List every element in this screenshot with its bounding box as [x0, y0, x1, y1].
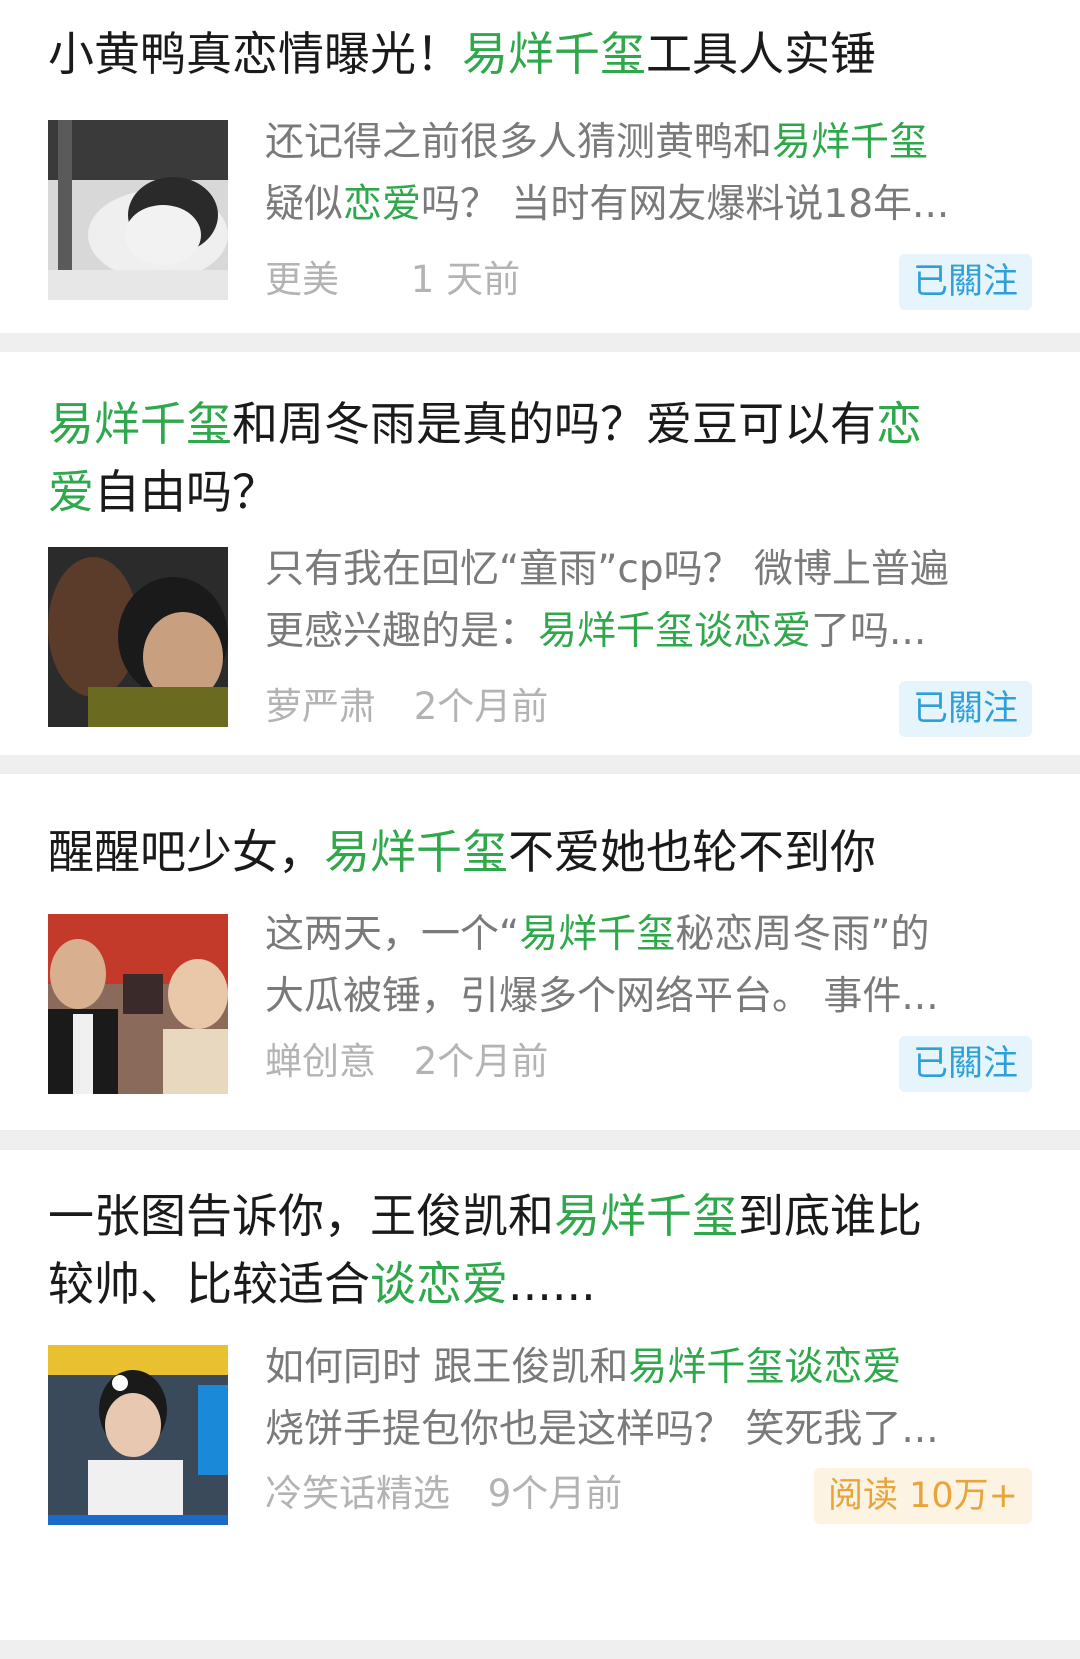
- text-segment: 一张图告诉你，王俊凯和: [48, 1189, 554, 1243]
- article-card[interactable]: 醒醒吧少女，易烊千玺不爱她也轮不到你 这两天，一个“易烊千玺秘恋周冬雨”的 大瓜…: [0, 774, 1080, 1130]
- source-name: 更美: [265, 258, 339, 301]
- text-segment: 工具人实锤: [646, 27, 876, 81]
- keyword-highlight: 易烊千玺谈恋爱: [538, 609, 812, 654]
- source-name: 蝉创意: [265, 1040, 376, 1083]
- text-segment: 这两天，一个“: [265, 912, 520, 957]
- publish-time: 2个月前: [413, 1040, 549, 1083]
- text-segment: 吗？ 当时有网友爆料说18年...: [421, 182, 950, 227]
- keyword-highlight: 易烊千玺谈恋爱: [628, 1345, 902, 1390]
- text-segment: 秘恋周冬雨”的: [675, 912, 930, 957]
- text-segment: 小黄鸭真恋情曝光！: [48, 27, 462, 81]
- article-snippet: 只有我在回忆“童雨”cp吗？ 微博上普遍 更感兴趣的是：易烊千玺谈恋爱了吗...: [265, 539, 1035, 663]
- keyword-highlight: 易烊千玺: [324, 825, 508, 879]
- text-segment: 不爱她也轮不到你: [508, 825, 876, 879]
- text-segment: 更感兴趣的是：: [265, 609, 539, 654]
- text-segment: 大瓜被锤，引爆多个网络平台。 事件...: [265, 974, 939, 1019]
- article-title[interactable]: 一张图告诉你，王俊凯和易烊千玺到底谁比 较帅、比较适合谈恋爱......: [48, 1182, 1028, 1318]
- article-meta: 蝉创意 2个月前: [265, 1037, 548, 1087]
- text-segment: 只有我在回忆“童雨”cp吗？ 微博上普遍: [265, 547, 950, 592]
- followed-badge[interactable]: 已關注: [898, 1036, 1032, 1092]
- publish-time: 9个月前: [487, 1472, 623, 1515]
- followed-badge[interactable]: 已關注: [898, 681, 1032, 737]
- article-thumbnail: [48, 120, 228, 300]
- text-segment: 醒醒吧少女，: [48, 825, 324, 879]
- article-thumbnail: [48, 547, 228, 727]
- keyword-highlight: 易烊千玺: [772, 120, 929, 165]
- text-segment: 如何同时 跟王俊凯和: [265, 1345, 629, 1390]
- article-snippet: 如何同时 跟王俊凯和易烊千玺谈恋爱 烧饼手提包你也是这样吗？ 笑死我了...: [265, 1337, 1035, 1461]
- article-meta: 更美 1 天前: [265, 255, 520, 305]
- text-segment: 了吗...: [811, 609, 927, 654]
- text-segment: ......: [508, 1257, 596, 1311]
- text-segment: 自由吗？: [94, 465, 278, 519]
- article-card[interactable]: 一张图告诉你，王俊凯和易烊千玺到底谁比 较帅、比较适合谈恋爱...... 如何同…: [0, 1150, 1080, 1640]
- keyword-highlight: 易烊千玺: [462, 27, 646, 81]
- keyword-highlight: 易烊千玺: [519, 912, 676, 957]
- article-meta: 萝严肃 2个月前: [265, 682, 548, 732]
- keyword-highlight: 易烊千玺: [48, 397, 232, 451]
- read-count-badge: 阅读 10万+: [814, 1468, 1032, 1524]
- article-title[interactable]: 易烊千玺和周冬雨是真的吗？爱豆可以有恋 爱自由吗？: [48, 390, 1028, 526]
- article-meta: 冷笑话精选 9个月前: [265, 1469, 622, 1519]
- article-card[interactable]: 小黄鸭真恋情曝光！易烊千玺工具人实锤 还记得之前很多人猜测黄鸭和易烊千玺 疑似恋…: [0, 0, 1080, 333]
- keyword-highlight: 恋爱: [343, 182, 422, 227]
- text-segment: 和周冬雨是真的吗？爱豆可以有: [232, 397, 876, 451]
- source-name: 冷笑话精选: [265, 1472, 450, 1515]
- text-segment: 还记得之前很多人猜测黄鸭和: [265, 120, 773, 165]
- article-snippet: 这两天，一个“易烊千玺秘恋周冬雨”的 大瓜被锤，引爆多个网络平台。 事件...: [265, 904, 1035, 1028]
- publish-time: 1 天前: [410, 258, 521, 301]
- text-segment: 疑似: [265, 182, 344, 227]
- article-title[interactable]: 小黄鸭真恋情曝光！易烊千玺工具人实锤: [48, 20, 1028, 88]
- followed-badge[interactable]: 已關注: [898, 254, 1032, 310]
- article-card[interactable]: 易烊千玺和周冬雨是真的吗？爱豆可以有恋 爱自由吗？ 只有我在回忆“童雨”cp吗？…: [0, 352, 1080, 755]
- source-name: 萝严肃: [265, 685, 376, 728]
- article-snippet: 还记得之前很多人猜测黄鸭和易烊千玺 疑似恋爱吗？ 当时有网友爆料说18年...: [265, 112, 1035, 236]
- keyword-highlight: 爱: [48, 465, 94, 519]
- article-feed: 小黄鸭真恋情曝光！易烊千玺工具人实锤 还记得之前很多人猜测黄鸭和易烊千玺 疑似恋…: [0, 0, 1080, 1659]
- article-thumbnail: [48, 1345, 228, 1525]
- text-segment: 烧饼手提包你也是这样吗？ 笑死我了...: [265, 1407, 939, 1452]
- publish-time: 2个月前: [413, 685, 549, 728]
- keyword-highlight: 恋: [876, 397, 922, 451]
- keyword-highlight: 易烊千玺: [554, 1189, 738, 1243]
- article-title[interactable]: 醒醒吧少女，易烊千玺不爱她也轮不到你: [48, 818, 1028, 886]
- article-thumbnail: [48, 914, 228, 1094]
- keyword-highlight: 谈恋爱: [370, 1257, 508, 1311]
